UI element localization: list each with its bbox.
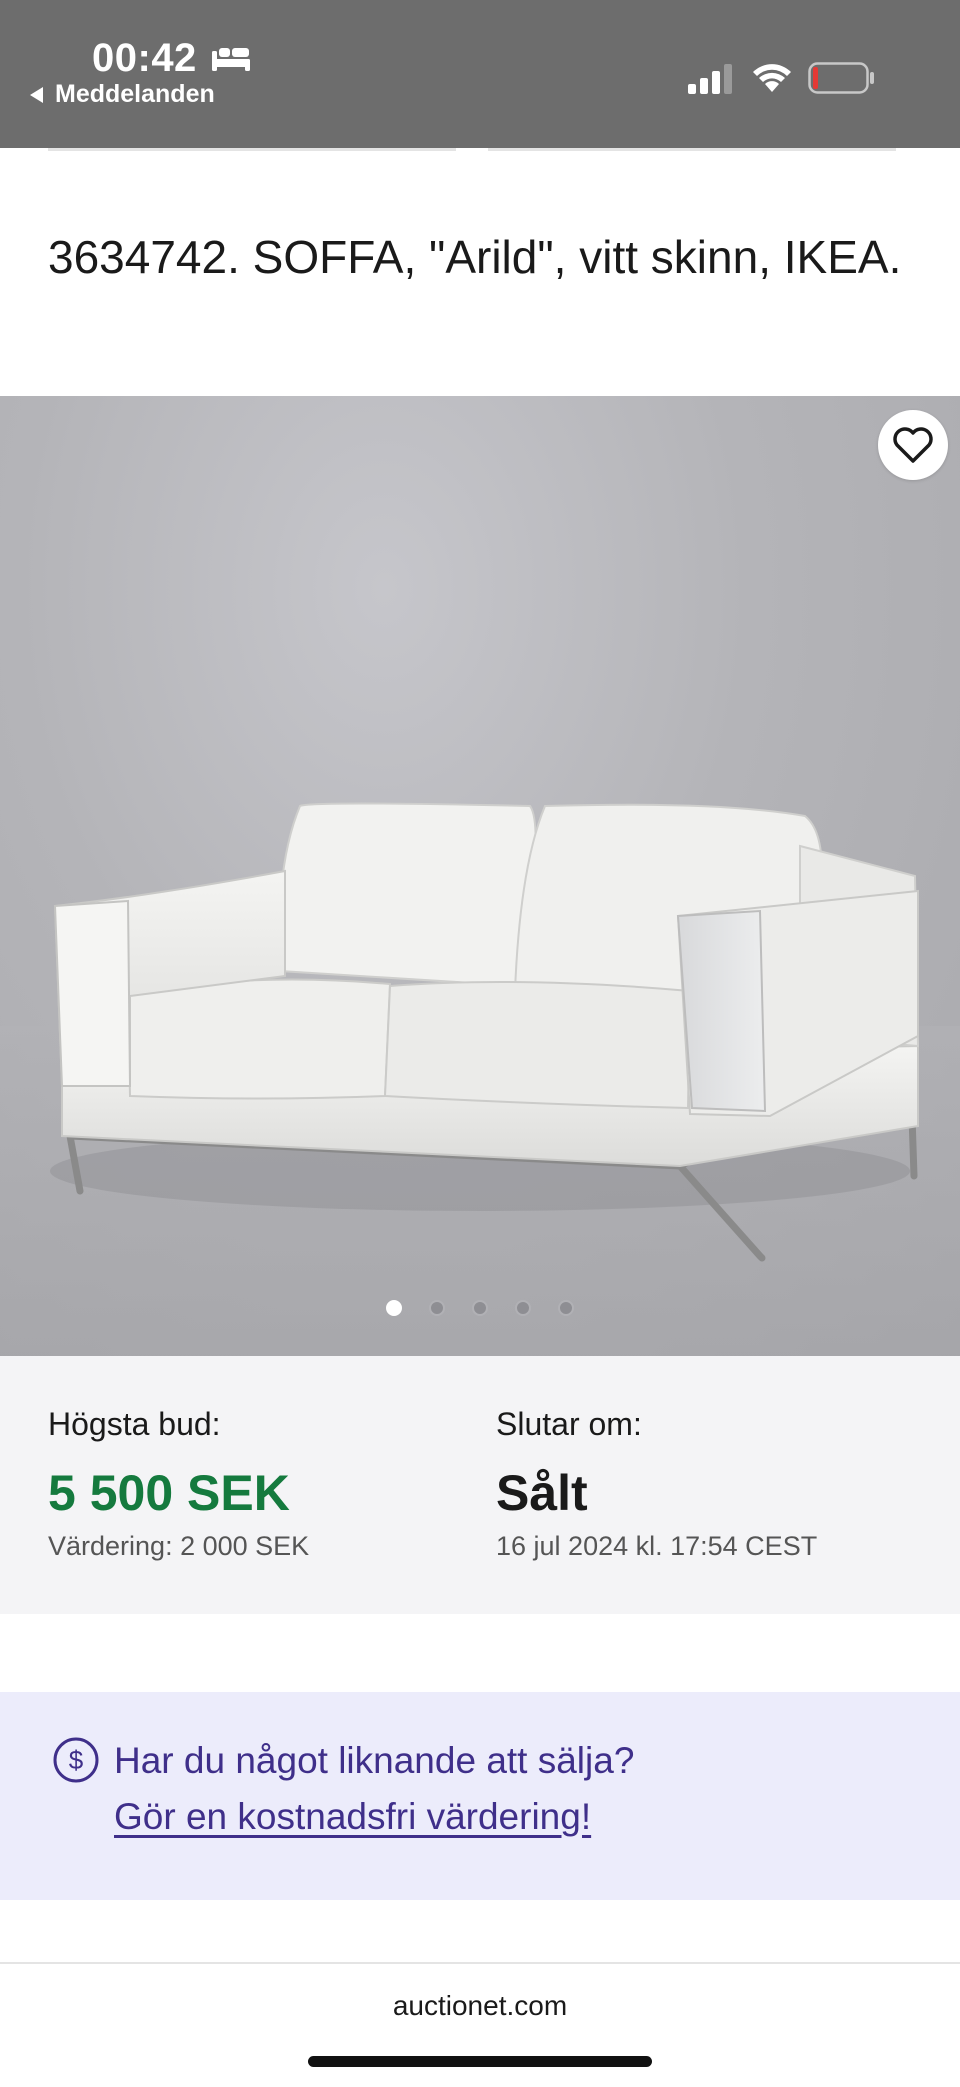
signal-icon xyxy=(688,64,732,94)
time-row: 00:42 xyxy=(92,36,251,81)
carousel-dots xyxy=(0,1300,960,1316)
back-label: Meddelanden xyxy=(55,80,215,108)
svg-text:$: $ xyxy=(69,1745,84,1775)
sell-banner: $ Har du något liknande att sälja? Gör e… xyxy=(0,1692,960,1900)
bed-icon xyxy=(211,47,250,71)
status-time: 00:42 xyxy=(92,36,197,80)
back-to-app-link[interactable]: Meddelanden xyxy=(30,80,215,109)
listing-title: 3634742. SOFFA, "Arild", vitt skinn, IKE… xyxy=(48,231,902,283)
ends-status: Sålt xyxy=(496,1465,588,1521)
carousel-dot[interactable] xyxy=(515,1300,531,1316)
tab-strip-divider xyxy=(0,148,960,152)
product-image xyxy=(0,802,960,1356)
favorite-button[interactable] xyxy=(878,410,948,480)
free-valuation-link[interactable]: Gör en kostnadsfri värdering! xyxy=(114,1796,591,1838)
ends-section: Slutar om: Sålt 16 jul 2024 kl. 17:54 CE… xyxy=(496,1406,817,1562)
sell-question: Har du något liknande att sälja? xyxy=(114,1740,635,1781)
valuation-text: Värdering: 2 000 SEK xyxy=(48,1531,310,1561)
battery-icon xyxy=(808,62,874,94)
dollar-icon: $ xyxy=(53,1737,99,1783)
carousel-dot[interactable] xyxy=(429,1300,445,1316)
home-indicator[interactable] xyxy=(308,2056,652,2067)
highest-bid-section: Högsta bud: 5 500 SEK Värdering: 2 000 S… xyxy=(48,1406,309,1562)
bid-panel: Högsta bud: 5 500 SEK Värdering: 2 000 S… xyxy=(0,1356,960,1614)
wifi-icon xyxy=(753,64,791,92)
carousel-dot[interactable] xyxy=(558,1300,574,1316)
highest-bid-label: Högsta bud: xyxy=(48,1406,221,1442)
product-image-carousel[interactable] xyxy=(0,396,960,1356)
footer-divider xyxy=(0,1962,960,1964)
highest-bid-value: 5 500 SEK xyxy=(48,1465,290,1521)
ends-label: Slutar om: xyxy=(496,1406,642,1442)
status-bar: 00:42 Meddelanden xyxy=(0,0,960,148)
ends-date: 16 jul 2024 kl. 17:54 CEST xyxy=(496,1531,818,1561)
url-domain: auctionet.com xyxy=(392,1990,568,2021)
back-arrow-icon xyxy=(30,86,43,103)
heart-icon xyxy=(893,427,933,463)
carousel-dot[interactable] xyxy=(386,1300,402,1316)
carousel-dot[interactable] xyxy=(472,1300,488,1316)
